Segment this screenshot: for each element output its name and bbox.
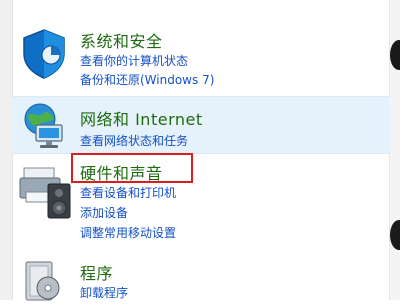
category-system-security: 系统和安全 查看你的计算机状态 备份和还原(Windows 7) [12, 18, 390, 94]
edge-decoration [390, 220, 400, 250]
shield-icon [18, 28, 70, 84]
category-network-internet[interactable]: 网络和 Internet 查看网络状态和任务 [12, 96, 390, 154]
category-programs: 程序 卸载程序 [12, 252, 390, 301]
annotation-highlight-box [71, 153, 193, 183]
edge-decoration [390, 40, 400, 70]
link-backup-restore[interactable]: 备份和还原(Windows 7) [80, 71, 214, 88]
category-hardware-sound: 硬件和声音 查看设备和打印机 添加设备 调整常用移动设置 [12, 154, 390, 246]
programs-icon [18, 258, 66, 308]
link-add-device[interactable]: 添加设备 [80, 204, 128, 221]
link-mobility-settings[interactable]: 调整常用移动设置 [80, 224, 176, 241]
category-title[interactable]: 网络和 Internet [80, 106, 203, 130]
printer-speaker-icon [18, 162, 74, 224]
link-view-network-status[interactable]: 查看网络状态和任务 [80, 132, 188, 149]
right-scroll-edge [389, 0, 400, 300]
category-title[interactable]: 程序 [80, 260, 113, 284]
network-globe-icon [18, 101, 70, 155]
link-devices-printers[interactable]: 查看设备和打印机 [80, 184, 176, 201]
category-title[interactable]: 系统和安全 [80, 28, 163, 52]
link-view-computer-status[interactable]: 查看你的计算机状态 [80, 52, 188, 69]
link-uninstall-program[interactable]: 卸载程序 [80, 284, 128, 301]
